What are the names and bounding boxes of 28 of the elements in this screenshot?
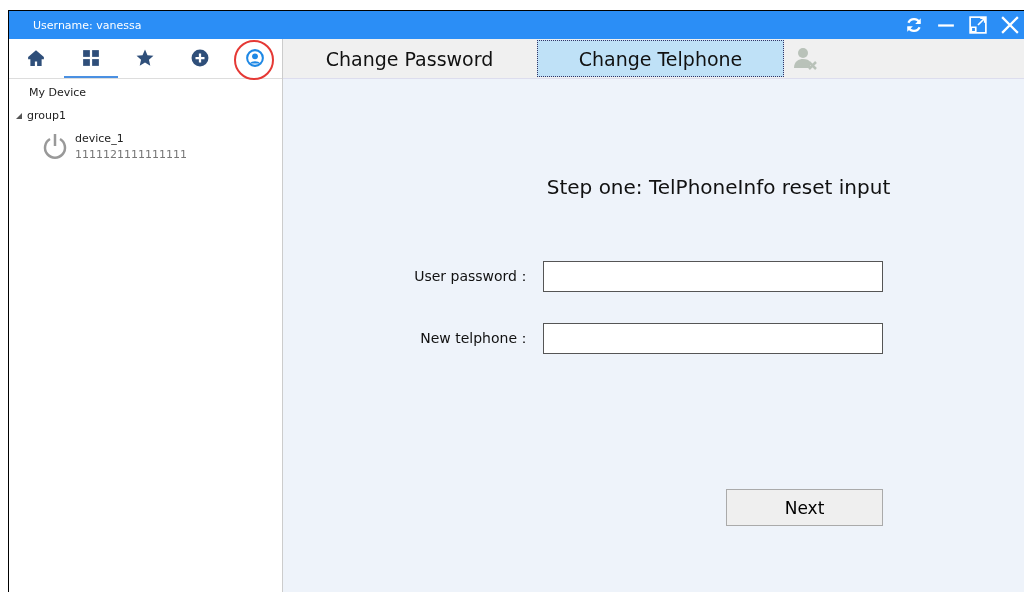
star-icon (136, 48, 155, 67)
maximize-icon (969, 16, 987, 34)
field-label: User password： (414, 267, 531, 286)
refresh-button[interactable] (904, 15, 924, 35)
device-serial: 1111121111111111 (75, 148, 187, 161)
tab[interactable]: Change Password (286, 40, 533, 77)
tree-group[interactable]: group1 (27, 109, 66, 122)
refresh-icon (905, 16, 923, 34)
device-name[interactable]: device_1 (75, 132, 124, 145)
minimize-icon (937, 23, 955, 27)
close-icon (1001, 16, 1019, 34)
maximize-button[interactable] (968, 15, 988, 35)
user-icon (245, 48, 264, 67)
tree-title: My Device (29, 86, 88, 99)
power-icon (41, 132, 69, 160)
tab[interactable]: Change Telphone (537, 40, 784, 77)
input-field[interactable] (543, 323, 883, 354)
home-icon (27, 48, 46, 67)
input-field[interactable] (543, 261, 883, 292)
expanded-arrow-icon[interactable] (15, 111, 23, 120)
close-button[interactable] (1000, 15, 1020, 35)
window-title: Username: vanessa (33, 18, 143, 32)
next-button[interactable]: Next (726, 489, 883, 526)
step-heading: Step one: TelPhoneInfo reset input (545, 175, 892, 199)
plus-icon (191, 48, 210, 67)
user-remove-icon (793, 45, 819, 72)
grid-icon (81, 48, 100, 67)
field-label: New telphone： (420, 329, 531, 348)
